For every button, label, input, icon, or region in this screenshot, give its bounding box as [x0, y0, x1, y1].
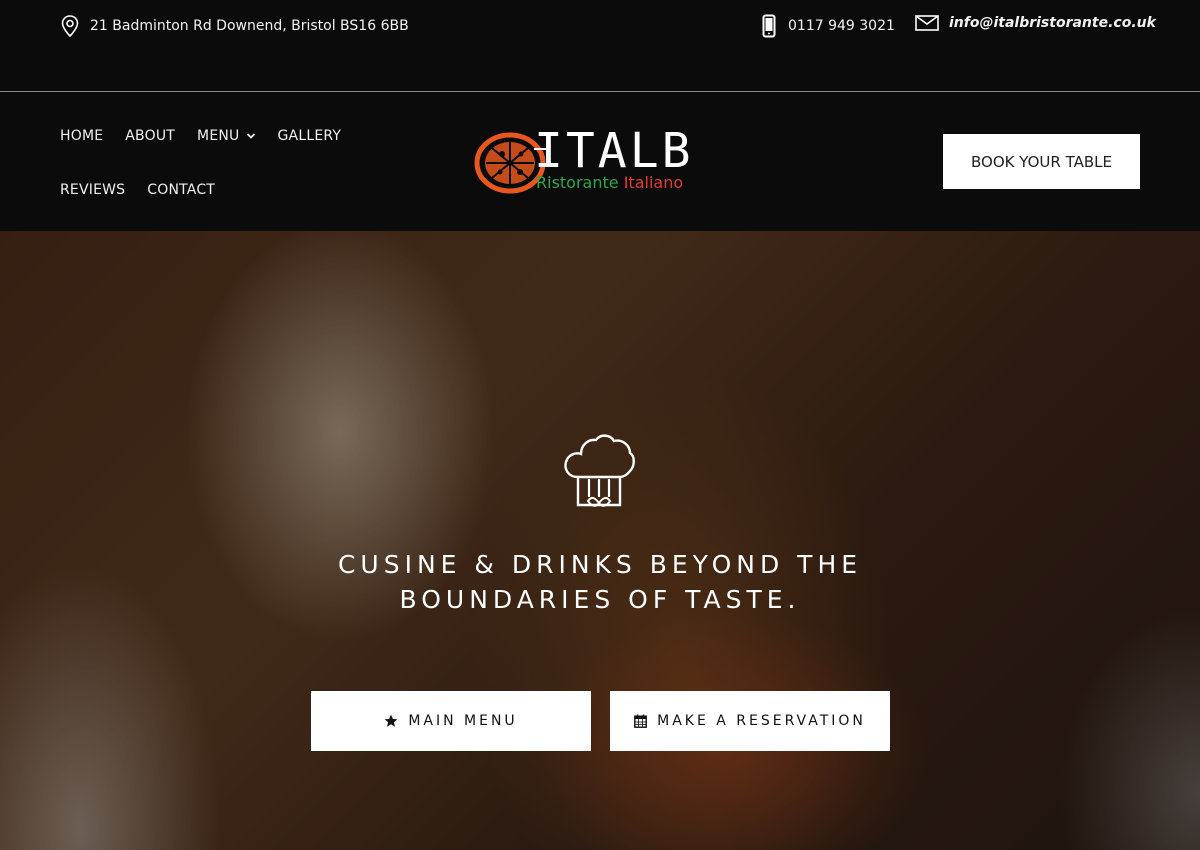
nav-menu-label: MENU — [197, 128, 240, 144]
phone-text[interactable]: 0117 949 3021 — [788, 18, 895, 34]
phone-icon — [762, 14, 776, 38]
logo-sub-green: Ristorante — [536, 173, 619, 192]
envelope-icon — [915, 15, 939, 31]
book-table-button[interactable]: BOOK YOUR TABLE — [943, 134, 1140, 189]
nav-contact[interactable]: CONTACT — [147, 182, 215, 198]
hero-title: CUSINE & DRINKS BEYOND THE BOUNDARIES OF… — [300, 547, 900, 617]
hero-title-line-1: CUSINE & DRINKS BEYOND THE — [337, 550, 863, 579]
top-info-bar: 21 Badminton Rd Downend, Bristol BS16 6B… — [0, 0, 1200, 92]
email-info[interactable]: info@italbristorante.co.uk — [915, 14, 1156, 32]
nav-home[interactable]: HOME — [60, 128, 103, 144]
nav-row: HOME ABOUT MENU GALLERY — [60, 109, 360, 163]
nav-row: REVIEWS CONTACT — [60, 163, 360, 217]
logo-subtitle: Ristorante Italiano — [536, 173, 683, 192]
location-pin-icon — [61, 15, 79, 38]
calendar-icon — [634, 714, 648, 728]
site-logo[interactable]: ITALB Ristorante Italiano — [474, 123, 730, 199]
make-reservation-label: MAKE A RESERVATION — [657, 713, 866, 729]
chevron-down-icon — [246, 133, 255, 139]
logo-sub-red: Italiano — [623, 173, 684, 192]
hero-section: CUSINE & DRINKS BEYOND THE BOUNDARIES OF… — [0, 231, 1200, 850]
nav-menu[interactable]: MENU — [197, 128, 255, 144]
hero-title-line-2: BOUNDARIES OF TASTE. — [399, 585, 801, 614]
logo-wordmark: ITALB — [534, 123, 694, 179]
star-icon — [384, 714, 398, 727]
main-menu-label: MAIN MENU — [408, 713, 518, 729]
nav-reviews[interactable]: REVIEWS — [60, 182, 125, 198]
phone-info[interactable]: 0117 949 3021 — [760, 14, 895, 38]
nav-about[interactable]: ABOUT — [125, 128, 175, 144]
site-header: HOME ABOUT MENU GALLERY REVIEWS CONTACT — [0, 93, 1200, 231]
chef-hat-icon — [564, 434, 635, 507]
make-reservation-button[interactable]: MAKE A RESERVATION — [610, 691, 890, 751]
nav-gallery[interactable]: GALLERY — [278, 128, 342, 144]
address-info: 21 Badminton Rd Downend, Bristol BS16 6B… — [60, 14, 409, 38]
main-menu-button[interactable]: MAIN MENU — [311, 691, 591, 751]
address-text: 21 Badminton Rd Downend, Bristol BS16 6B… — [90, 18, 409, 34]
hero-content: CUSINE & DRINKS BEYOND THE BOUNDARIES OF… — [0, 231, 1200, 850]
page: 21 Badminton Rd Downend, Bristol BS16 6B… — [0, 0, 1200, 850]
main-nav: HOME ABOUT MENU GALLERY REVIEWS CONTACT — [60, 119, 360, 217]
email-link[interactable]: info@italbristorante.co.uk — [949, 15, 1156, 31]
